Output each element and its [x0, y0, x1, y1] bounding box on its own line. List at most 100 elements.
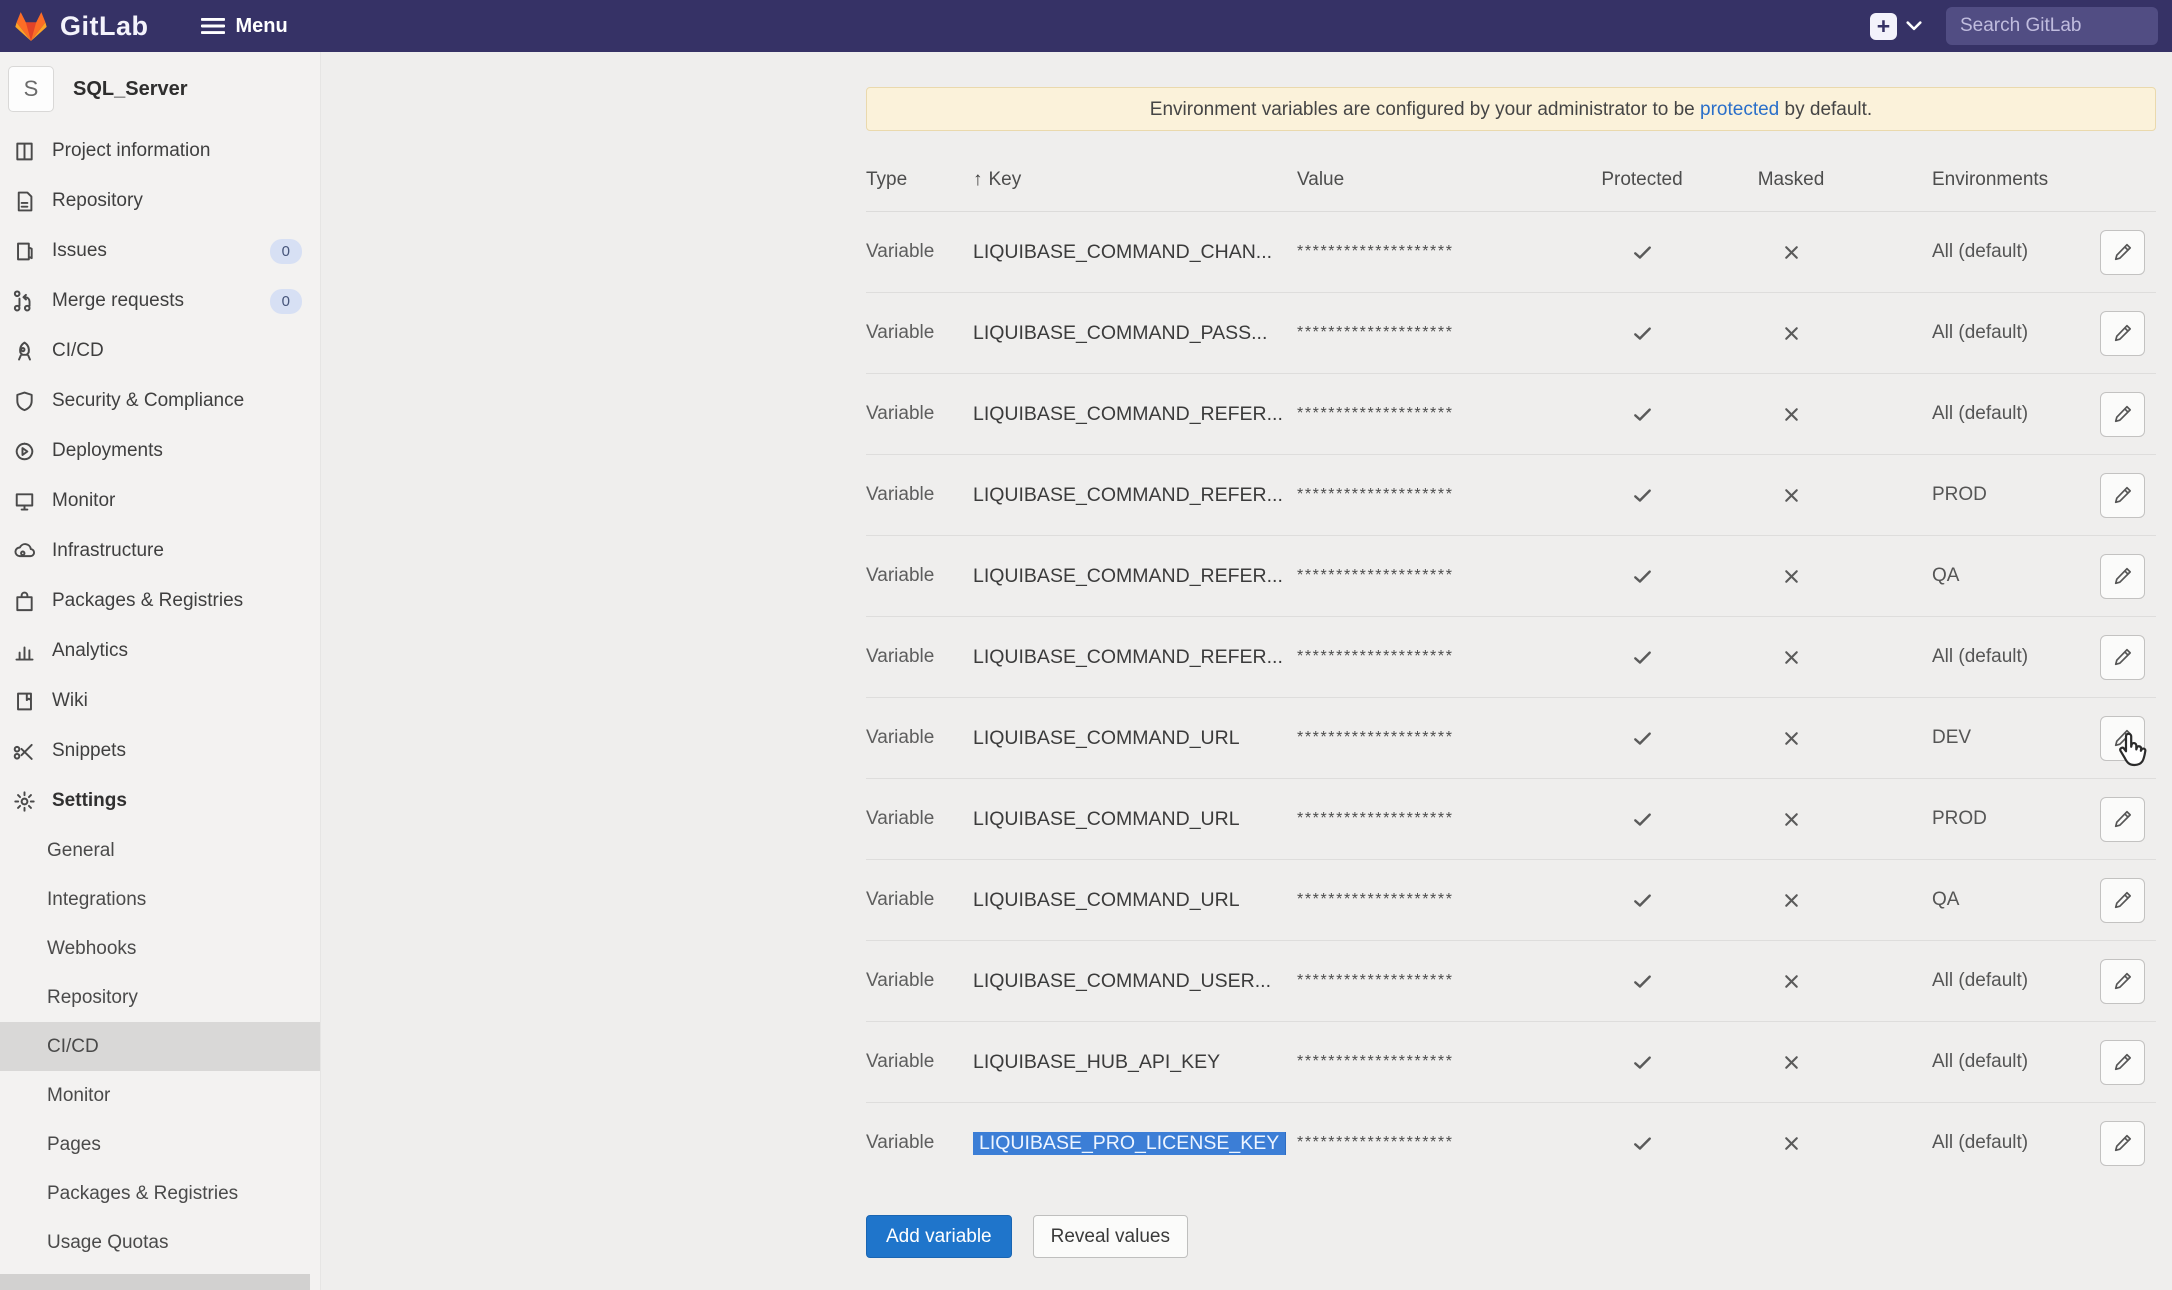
variable-key: LIQUIBASE_COMMAND_PASS... [973, 322, 1267, 344]
table-header-row: Type ↑Key Value Protected Masked Environ… [866, 149, 2156, 212]
edit-variable-button[interactable] [2100, 392, 2145, 437]
sidebar-bottom-strip [0, 1274, 310, 1290]
variable-type: Variable [866, 403, 973, 425]
protected-check-icon [1590, 808, 1694, 831]
column-header-protected: Protected [1590, 169, 1694, 191]
table-row: Variable LIQUIBASE_COMMAND_REFER... ****… [866, 455, 2156, 536]
edit-variable-button[interactable] [2100, 1121, 2145, 1166]
home-link[interactable]: GitLab [14, 10, 149, 43]
edit-variable-button[interactable] [2100, 230, 2145, 275]
table-row: Variable LIQUIBASE_COMMAND_CHAN... *****… [866, 212, 2156, 293]
sidebar-item-project-information[interactable]: Project information [0, 126, 320, 176]
protected-check-icon [1590, 1132, 1694, 1155]
sidebar-subitem-repository[interactable]: Repository [0, 973, 320, 1022]
masked-cross-icon [1694, 890, 1888, 911]
sidebar-subitem-integrations[interactable]: Integrations [0, 875, 320, 924]
sidebar-subitem-pages[interactable]: Pages [0, 1120, 320, 1169]
variable-value-masked: ******************** [1297, 810, 1590, 828]
table-row: Variable LIQUIBASE_COMMAND_PASS... *****… [866, 293, 2156, 374]
banner-text-after: by default. [1779, 99, 1872, 120]
protected-link[interactable]: protected [1700, 99, 1779, 120]
sidebar-item-label: Security & Compliance [52, 390, 244, 412]
menu-button[interactable]: Menu [201, 15, 288, 38]
sidebar-item-packages-registries[interactable]: Packages & Registries [0, 576, 320, 626]
pencil-icon [2112, 1132, 2134, 1154]
wiki-icon [12, 690, 37, 712]
settings-icon [12, 790, 37, 812]
variable-type: Variable [866, 889, 973, 911]
sidebar-item-repository[interactable]: Repository [0, 176, 320, 226]
sidebar-item-issues[interactable]: Issues0 [0, 226, 320, 276]
masked-cross-icon [1694, 728, 1888, 749]
masked-cross-icon [1694, 566, 1888, 587]
sidebar-subitem-webhooks[interactable]: Webhooks [0, 924, 320, 973]
edit-variable-button[interactable] [2100, 878, 2145, 923]
edit-variable-button[interactable] [2100, 311, 2145, 356]
masked-cross-icon [1694, 404, 1888, 425]
sidebar-item-analytics[interactable]: Analytics [0, 626, 320, 676]
edit-variable-button[interactable] [2100, 1040, 2145, 1085]
variable-value-masked: ******************** [1297, 486, 1590, 504]
edit-variable-button[interactable] [2100, 959, 2145, 1004]
sidebar-item-snippets[interactable]: Snippets [0, 726, 320, 776]
new-item-menu-button[interactable]: + [1870, 13, 1922, 40]
sidebar-item-infrastructure[interactable]: Infrastructure [0, 526, 320, 576]
column-header-key[interactable]: ↑Key [973, 169, 1297, 191]
variable-type: Variable [866, 1132, 973, 1154]
variable-value-masked: ******************** [1297, 567, 1590, 585]
sidebar-item-security-compliance[interactable]: Security & Compliance [0, 376, 320, 426]
protected-check-icon [1590, 403, 1694, 426]
project-avatar: S [8, 66, 54, 112]
edit-variable-button[interactable] [2100, 473, 2145, 518]
protected-check-icon [1590, 484, 1694, 507]
sidebar-subitem-monitor[interactable]: Monitor [0, 1071, 320, 1120]
sort-ascending-icon[interactable]: ↑ [973, 169, 983, 190]
edit-variable-button[interactable] [2100, 554, 2145, 599]
masked-cross-icon [1694, 242, 1888, 263]
snippets-icon [12, 740, 37, 762]
variable-key: LIQUIBASE_COMMAND_REFER... [973, 484, 1283, 506]
pencil-icon [2112, 241, 2134, 263]
column-header-masked: Masked [1694, 169, 1888, 191]
add-variable-button[interactable]: Add variable [866, 1215, 1012, 1258]
infrastructure-icon [12, 540, 37, 562]
variable-key: LIQUIBASE_HUB_API_KEY [973, 1051, 1220, 1073]
sidebar-project-link[interactable]: S SQL_Server [0, 52, 320, 126]
sidebar-item-merge-requests[interactable]: Merge requests0 [0, 276, 320, 326]
chevron-down-icon [1906, 20, 1922, 32]
table-row: Variable LIQUIBASE_COMMAND_URL *********… [866, 698, 2156, 779]
search-input[interactable] [1946, 7, 2158, 45]
protected-check-icon [1590, 970, 1694, 993]
variable-value-masked: ******************** [1297, 648, 1590, 666]
edit-variable-button[interactable] [2100, 635, 2145, 680]
table-row: Variable LIQUIBASE_PRO_LICENSE_KEY *****… [866, 1103, 2156, 1183]
edit-variable-button[interactable] [2100, 716, 2145, 761]
variable-environment: PROD [1888, 484, 2092, 506]
pencil-icon [2112, 970, 2134, 992]
pencil-icon [2112, 889, 2134, 911]
reveal-values-button[interactable]: Reveal values [1033, 1215, 1188, 1258]
hamburger-icon [201, 16, 225, 36]
edit-variable-button[interactable] [2100, 797, 2145, 842]
variable-key: LIQUIBASE_COMMAND_CHAN... [973, 241, 1272, 263]
sidebar-item-ci-cd[interactable]: CI/CD [0, 326, 320, 376]
variable-type: Variable [866, 484, 973, 506]
protected-check-icon [1590, 565, 1694, 588]
sidebar-subitem-general[interactable]: General [0, 826, 320, 875]
variable-type: Variable [866, 565, 973, 587]
sidebar-item-monitor[interactable]: Monitor [0, 476, 320, 526]
masked-cross-icon [1694, 323, 1888, 344]
sidebar-item-label: Snippets [52, 740, 126, 762]
sidebar-subitem-usage-quotas[interactable]: Usage Quotas [0, 1218, 320, 1267]
project-information-icon [12, 140, 37, 162]
variable-type: Variable [866, 646, 973, 668]
sidebar-item-label: Deployments [52, 440, 163, 462]
sidebar-subitem-packages-registries[interactable]: Packages & Registries [0, 1169, 320, 1218]
sidebar-item-settings[interactable]: Settings [0, 776, 320, 826]
variable-key: LIQUIBASE_COMMAND_REFER... [973, 565, 1283, 587]
sidebar-subitem-ci-cd[interactable]: CI/CD [0, 1022, 320, 1071]
sidebar-item-deployments[interactable]: Deployments [0, 426, 320, 476]
variable-environment: All (default) [1888, 322, 2092, 344]
sidebar-item-wiki[interactable]: Wiki [0, 676, 320, 726]
table-actions: Add variable Reveal values [866, 1215, 2156, 1258]
